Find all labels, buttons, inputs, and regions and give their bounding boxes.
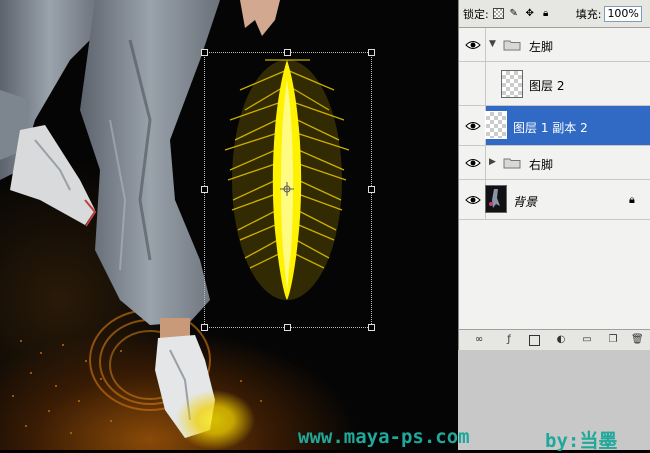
particle — [40, 352, 42, 354]
document-canvas[interactable] — [0, 0, 458, 450]
transform-handle-bottom-left[interactable] — [201, 324, 208, 331]
particle — [240, 380, 242, 382]
particle — [48, 410, 50, 412]
particle — [120, 350, 122, 352]
watermark-site: www.maya-ps.com — [298, 426, 470, 448]
layer-row-group-left-foot[interactable]: ▼ 左脚 — [459, 28, 650, 62]
particle — [70, 432, 72, 434]
visibility-toggle[interactable] — [459, 146, 486, 179]
particle — [55, 385, 57, 387]
layer-name: 背景 — [513, 195, 538, 209]
particle — [12, 395, 14, 397]
layer-row-background[interactable]: 背景 🔒︎ — [459, 180, 650, 220]
transform-handle-left[interactable] — [201, 186, 208, 193]
folder-icon — [503, 158, 521, 169]
particle — [25, 425, 27, 427]
visibility-toggle[interactable] — [459, 28, 486, 61]
particle — [110, 420, 112, 422]
particle — [100, 378, 102, 380]
transform-handle-bottom-right[interactable] — [368, 324, 375, 331]
layer-thumbnail — [485, 111, 507, 139]
collapse-triangle-icon[interactable]: ▶ — [489, 157, 496, 167]
layer-lock-icon: 🔒︎ — [629, 193, 635, 206]
trash-icon[interactable]: 🗑︎ — [631, 334, 644, 346]
link-icon[interactable]: ∞ — [473, 334, 485, 346]
layer-thumbnail — [485, 185, 507, 213]
fill-input[interactable] — [604, 5, 643, 22]
transform-handle-right[interactable] — [368, 186, 375, 193]
particle — [62, 344, 64, 346]
background-thumbnail-image — [489, 189, 500, 208]
new-layer-icon[interactable]: ❐ — [607, 334, 619, 346]
particle — [78, 400, 80, 402]
layer-thumbnail — [501, 70, 523, 98]
lock-label: 锁定: — [463, 7, 489, 21]
layer-row-layer1-copy2[interactable]: 图层 1 副本 2 — [459, 106, 650, 146]
particle — [20, 340, 22, 342]
layer-name: 图层 1 副本 2 — [513, 121, 588, 135]
layers-panel: 锁定: ✎ ✥ 🔒︎ 填充: ▼ 左脚 图层 2 图层 1 副本 2 ▶ — [458, 0, 650, 350]
layer-row-group-right-foot[interactable]: ▶ 右脚 — [459, 146, 650, 180]
expand-triangle-icon[interactable]: ▼ — [489, 39, 496, 49]
fill-label: 填充: — [575, 7, 602, 21]
watermark-author: by:当墨 — [545, 430, 618, 452]
fx-icon[interactable]: ƒ — [503, 334, 515, 346]
lock-bar: 锁定: ✎ ✥ 🔒︎ 填充: — [459, 0, 650, 28]
eye-icon — [465, 159, 481, 167]
visibility-toggle[interactable] — [459, 106, 486, 145]
particle — [85, 360, 87, 362]
eye-icon — [465, 41, 481, 49]
particle — [260, 400, 262, 402]
transform-handle-top-left[interactable] — [201, 49, 208, 56]
eye-icon — [465, 196, 481, 204]
lock-all-icon[interactable]: 🔒︎ — [540, 8, 552, 20]
eye-icon — [465, 122, 481, 130]
layer-name: 图层 2 — [529, 79, 565, 93]
lock-transparent-icon[interactable] — [492, 8, 504, 19]
lock-brush-icon[interactable]: ✎ — [508, 8, 520, 20]
mask-icon[interactable] — [529, 335, 540, 346]
layers-panel-toolbar: ∞ ƒ ◐ ▭ ❐ 🗑︎ — [459, 329, 650, 350]
adjustment-icon[interactable]: ◐ — [555, 334, 567, 346]
layer-name: 右脚 — [529, 158, 554, 172]
folder-icon — [503, 40, 521, 51]
folder-icon[interactable]: ▭ — [581, 334, 593, 346]
transform-handle-top-right[interactable] — [368, 49, 375, 56]
layer-row-layer2[interactable]: 图层 2 — [459, 62, 650, 106]
transform-center-icon[interactable] — [280, 182, 294, 196]
visibility-toggle[interactable] — [459, 62, 486, 105]
particle — [30, 372, 32, 374]
lock-move-icon[interactable]: ✥ — [524, 8, 536, 20]
visibility-toggle[interactable] — [459, 180, 486, 219]
transform-handle-bottom[interactable] — [284, 324, 291, 331]
layer-name: 左脚 — [529, 40, 554, 54]
transform-handle-top[interactable] — [284, 49, 291, 56]
